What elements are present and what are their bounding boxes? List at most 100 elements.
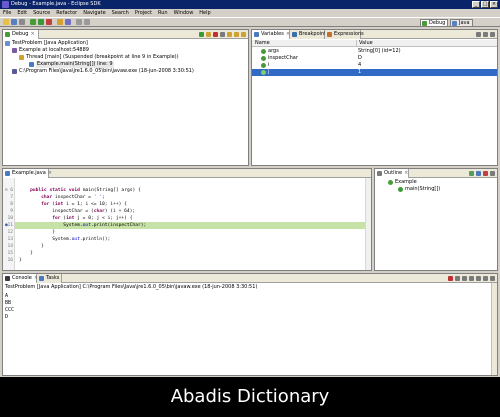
close-tab-icon[interactable]: × — [30, 31, 34, 37]
step-return-icon[interactable] — [241, 32, 246, 37]
window-controls: _ □ × — [472, 1, 498, 8]
run-icon[interactable] — [38, 19, 44, 25]
close-tab-icon[interactable]: × — [404, 170, 408, 176]
menu-project[interactable]: Project — [135, 10, 152, 16]
tab-tasks[interactable]: Tasks — [37, 274, 62, 283]
terminate-icon[interactable] — [448, 276, 453, 281]
open-console-icon[interactable] — [490, 276, 495, 281]
maximize-button[interactable]: □ — [481, 1, 489, 8]
view-menu-icon[interactable] — [490, 171, 495, 176]
menu-run[interactable]: Run — [158, 10, 168, 16]
tab-console[interactable]: Console × — [3, 274, 38, 283]
new-icon[interactable] — [3, 19, 9, 25]
fold-icon[interactable]: ⊖ — [5, 187, 8, 194]
tab-outline[interactable]: Outline × — [375, 169, 409, 178]
menu-help[interactable]: Help — [199, 10, 210, 16]
outline-item-class[interactable]: Example — [375, 179, 497, 186]
breakpoints-icon — [292, 32, 297, 37]
display-console-icon[interactable] — [483, 276, 488, 281]
close-tab-icon[interactable]: × — [48, 170, 52, 176]
show-type-names-icon[interactable] — [476, 32, 481, 37]
overview-ruler[interactable] — [365, 178, 371, 270]
debug-target-icon — [12, 48, 17, 53]
code-line[interactable] — [15, 250, 365, 257]
disconnect-icon[interactable] — [220, 32, 225, 37]
code-text: } — [19, 258, 22, 263]
editor-tabstrip: Example.java × — [3, 169, 371, 178]
code-line[interactable] — [15, 180, 365, 187]
search-icon[interactable] — [65, 19, 71, 25]
outline-item-method[interactable]: main(String[]) — [375, 186, 497, 193]
forward-icon[interactable] — [84, 19, 90, 25]
console-scrollbar[interactable] — [491, 283, 497, 375]
hide-fields-icon[interactable] — [476, 171, 481, 176]
menu-bar: File Edit Source Refactor Navigate Searc… — [0, 9, 500, 17]
perspective-debug[interactable]: Debug — [420, 19, 449, 27]
line-number: 9 — [10, 209, 13, 214]
code-line[interactable] — [15, 229, 365, 236]
console-output-line: CCC — [5, 307, 15, 313]
tree-item-launch[interactable]: TestProblem [Java Application] — [3, 40, 248, 47]
print-icon[interactable] — [19, 19, 25, 25]
terminate-icon[interactable] — [213, 32, 218, 37]
window-titlebar[interactable]: Debug - Example.java - Eclipse SDK _ □ × — [0, 0, 500, 9]
breakpoint-icon[interactable]: ● — [5, 222, 8, 229]
sort-icon[interactable] — [469, 171, 474, 176]
menu-navigate[interactable]: Navigate — [83, 10, 105, 16]
tab-example-java[interactable]: Example.java × — [3, 169, 52, 178]
minimize-button[interactable]: _ — [472, 1, 480, 8]
resume-icon[interactable] — [199, 32, 204, 37]
code-text: public static void main(String[] args) { — [30, 188, 141, 193]
menu-source[interactable]: Source — [33, 10, 50, 16]
tab-debug[interactable]: Debug × — [3, 30, 39, 39]
remove-launch-icon[interactable] — [455, 276, 460, 281]
variable-row[interactable]: inspectChar D — [252, 55, 497, 62]
variable-row[interactable]: i 4 — [252, 62, 497, 69]
pin-console-icon[interactable] — [476, 276, 481, 281]
close-button[interactable]: × — [490, 1, 498, 8]
tab-breakpoints[interactable]: Breakpoints — [290, 30, 329, 39]
tab-variables[interactable]: Variables × — [252, 30, 290, 39]
variable-row[interactable]: args String[0] (id=12) — [252, 48, 497, 55]
hide-static-icon[interactable] — [483, 171, 488, 176]
menu-edit[interactable]: Edit — [17, 10, 27, 16]
menu-file[interactable]: File — [3, 10, 11, 16]
menu-refactor[interactable]: Refactor — [56, 10, 77, 16]
code-line[interactable] — [15, 243, 365, 250]
tab-expressions[interactable]: Expressions — [325, 30, 364, 39]
line-number: 8 — [10, 202, 13, 207]
scroll-lock-icon[interactable] — [469, 276, 474, 281]
tree-item-thread[interactable]: Thread [main] (Suspended (breakpoint at … — [3, 54, 248, 61]
variable-row-selected[interactable]: j 1 — [252, 69, 497, 76]
line-number: 10 — [7, 216, 13, 221]
java-app-icon — [5, 41, 10, 46]
suspend-icon[interactable] — [206, 32, 211, 37]
step-into-icon[interactable] — [227, 32, 232, 37]
variables-tabstrip: Variables × Breakpoints Expressions — [252, 30, 497, 39]
save-icon[interactable] — [11, 19, 17, 25]
view-menu-icon[interactable] — [490, 32, 495, 37]
perspective-java[interactable]: Java — [450, 19, 473, 27]
open-type-icon[interactable] — [57, 19, 63, 25]
site-caption: Abadis Dictionary — [0, 377, 500, 417]
debug-run-icon[interactable] — [30, 19, 36, 25]
editor-pane: Example.java × 6 ⊖ public static void main… — [2, 168, 372, 271]
tree-item-frame[interactable]: Example.main(String[]) line: 9 — [3, 61, 248, 68]
tree-item-process[interactable]: C:\Program Files\Java\jre1.6.0_05\bin\ja… — [3, 68, 248, 75]
menu-search[interactable]: Search — [112, 10, 129, 16]
thread-icon — [19, 55, 24, 60]
back-icon[interactable] — [76, 19, 82, 25]
debug-perspective-icon — [422, 21, 427, 26]
console-view-toolbar — [448, 276, 495, 281]
external-tools-icon[interactable] — [46, 19, 52, 25]
console-icon — [5, 276, 10, 281]
clear-console-icon[interactable] — [462, 276, 467, 281]
menu-window[interactable]: Window — [174, 10, 194, 16]
collapse-all-icon[interactable] — [483, 32, 488, 37]
tree-item-target[interactable]: Example at localhost:54889 — [3, 47, 248, 54]
code-line[interactable] — [15, 257, 365, 264]
line-number: 12 — [7, 230, 13, 235]
column-value[interactable]: Value — [356, 40, 373, 47]
step-over-icon[interactable] — [234, 32, 239, 37]
column-name[interactable]: Name — [255, 40, 270, 47]
